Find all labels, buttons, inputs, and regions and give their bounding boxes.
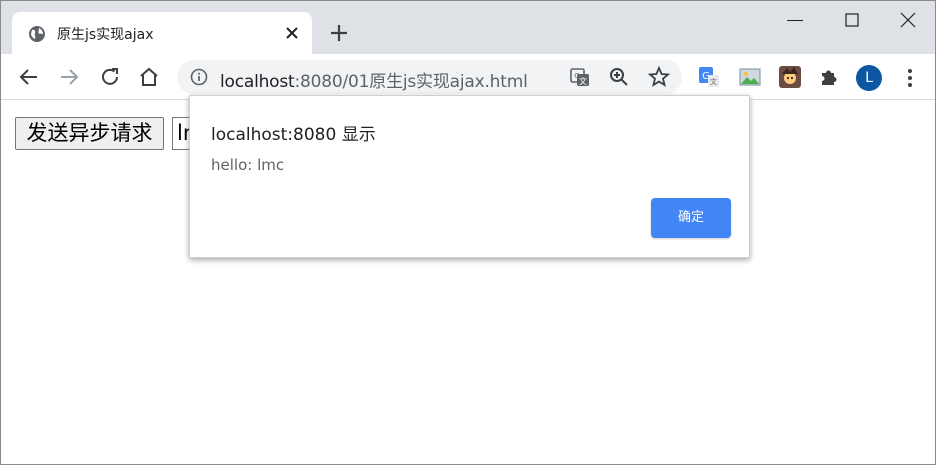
image-extension-icon[interactable] [739, 66, 761, 88]
svg-text:文: 文 [710, 77, 717, 86]
dialog-message: hello: lmc [211, 156, 285, 174]
arrow-left-icon[interactable] [17, 65, 41, 89]
google-translate-extension-icon[interactable]: G 文 [698, 66, 720, 88]
tab-strip: 原生js实现ajax [1, 1, 935, 54]
url-host: localhost [220, 72, 295, 92]
reload-icon[interactable] [98, 65, 122, 89]
info-icon[interactable] [190, 68, 208, 86]
omnibox[interactable]: localhost:8080/01原生js实现ajax.html 文 G [177, 60, 682, 94]
url-text[interactable]: localhost:8080/01原生js实现ajax.html [220, 67, 528, 92]
dialog-title: localhost:8080 显示 [211, 125, 376, 145]
avatar[interactable]: L [856, 65, 882, 91]
tab-active[interactable]: 原生js实现ajax [12, 12, 312, 54]
puzzle-icon[interactable] [818, 66, 840, 88]
window-close-icon[interactable] [900, 12, 916, 28]
alert-dialog: localhost:8080 显示 hello: lmc 确定 [189, 95, 750, 258]
browser-window: 原生js实现ajax localhost:8080/01原生js实现ajax.h… [0, 0, 936, 465]
character-extension-icon[interactable] [779, 66, 801, 88]
star-icon[interactable] [647, 65, 671, 89]
send-request-button[interactable]: 发送异步请求 [15, 117, 164, 150]
svg-text:文: 文 [579, 76, 587, 86]
home-icon[interactable] [137, 65, 161, 89]
translate-icon[interactable]: 文 G [568, 65, 592, 89]
arrow-right-icon[interactable] [57, 65, 81, 89]
globe-icon [29, 26, 45, 42]
svg-text:G: G [574, 72, 579, 80]
url-path: :8080/01原生js实现ajax.html [294, 72, 528, 92]
minimize-icon[interactable] [787, 20, 803, 21]
toolbar: localhost:8080/01原生js实现ajax.html 文 G G 文 [1, 54, 935, 100]
zoom-icon[interactable] [607, 65, 631, 89]
maximize-icon[interactable] [845, 13, 859, 27]
close-icon[interactable] [283, 24, 301, 42]
plus-icon[interactable] [328, 22, 350, 44]
ok-button[interactable]: 确定 [651, 198, 731, 238]
more-vert-icon[interactable] [898, 66, 922, 90]
tab-title: 原生js实现ajax [57, 27, 154, 43]
